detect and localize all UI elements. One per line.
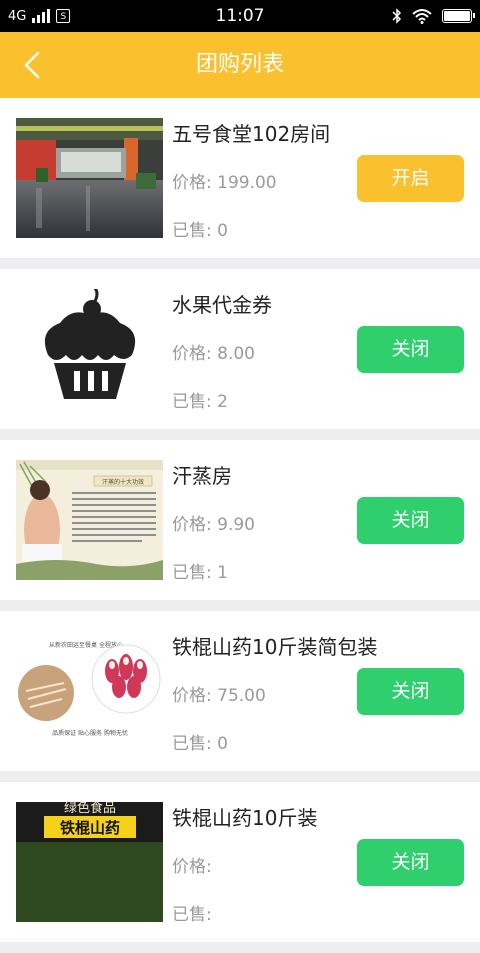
sauna-thumbnail: 汗蒸的十大功效 [16,460,163,580]
list-item[interactable]: 从新农田运至餐桌 全程放心 品质保证 贴心服务 购物无忧 铁棍山药10斤装简包装… [0,611,480,771]
yam-brand-thumbnail: 绿色食品 铁棍山药 [16,802,163,922]
price-label: 价格: [172,857,212,877]
bluetooth-icon [392,8,402,24]
item-name: 铁棍山药10斤装 [172,806,318,830]
sold-value: 0 [217,734,228,754]
item-name: 水果代金券 [172,293,272,317]
item-name: 五号食堂102房间 [172,122,331,146]
sold-label: 已售: [172,734,212,754]
price-value: 9.90 [217,515,255,535]
item-price: 价格: 75.00 [172,681,266,706]
yam-brand-big-text: 铁棍山药 [60,819,120,837]
list-item[interactable]: 绿色食品 铁棍山药 铁棍山药10斤装 价格: 已售: 关闭 [0,782,480,942]
sold-label: 已售: [172,905,212,925]
price-label: 价格: [172,686,212,706]
toggle-button[interactable]: 关闭 [357,326,464,373]
sold-label: 已售: [172,221,212,241]
item-sold: 已售: 1 [172,558,228,583]
item-price: 价格: [172,852,212,877]
group-buy-list: 五号食堂102房间 价格: 199.00 已售: 0 开启 水果代金券 价格: … [0,98,480,953]
canteen-thumbnail [16,118,163,238]
item-price: 价格: 9.90 [172,510,255,535]
yam-pack-thumbnail: 从新农田运至餐桌 全程放心 品质保证 贴心服务 购物无忧 [16,631,163,751]
status-bar: 4G S 11:07 [0,0,480,32]
sold-value: 1 [217,563,228,583]
sold-label: 已售: [172,392,212,412]
toggle-button[interactable]: 关闭 [357,668,464,715]
price-label: 价格: [172,515,212,535]
list-item[interactable]: 汗蒸的十大功效 汗蒸房 价格: 9.90 已售: 1 关闭 [0,440,480,600]
price-value: 199.00 [217,173,277,193]
item-price: 价格: 199.00 [172,168,277,193]
wifi-icon [412,9,432,24]
toggle-button[interactable]: 关闭 [357,497,464,544]
price-value: 8.00 [217,344,255,364]
page-title: 团购列表 [195,52,284,77]
status-right [392,0,475,32]
price-value: 75.00 [217,686,266,706]
item-sold: 已售: 0 [172,729,228,754]
toggle-button[interactable]: 关闭 [357,839,464,886]
item-sold: 已售: 2 [172,387,228,412]
battery-icon [442,9,475,23]
item-sold: 已售: 0 [172,216,228,241]
sauna-thumbnail-title: 汗蒸的十大功效 [102,478,144,486]
item-sold: 已售: [172,900,212,925]
toggle-button[interactable]: 开启 [357,155,464,202]
header-bar: 团购列表 [0,32,480,98]
cupcake-icon [16,289,163,409]
sold-label: 已售: [172,563,212,583]
item-name: 铁棍山药10斤装简包装 [172,635,378,659]
item-price: 价格: 8.00 [172,339,255,364]
yam-brand-small-text: 绿色食品 [64,802,116,816]
yam-thumbnail-caption-bottom: 品质保证 贴心服务 购物无忧 [52,729,128,737]
list-item[interactable]: 水果代金券 价格: 8.00 已售: 2 关闭 [0,269,480,429]
price-label: 价格: [172,344,212,364]
sold-value: 0 [217,221,228,241]
price-label: 价格: [172,173,212,193]
item-name: 汗蒸房 [172,464,232,488]
list-item[interactable]: 五号食堂102房间 价格: 199.00 已售: 0 开启 [0,98,480,258]
sold-value: 2 [217,392,228,412]
